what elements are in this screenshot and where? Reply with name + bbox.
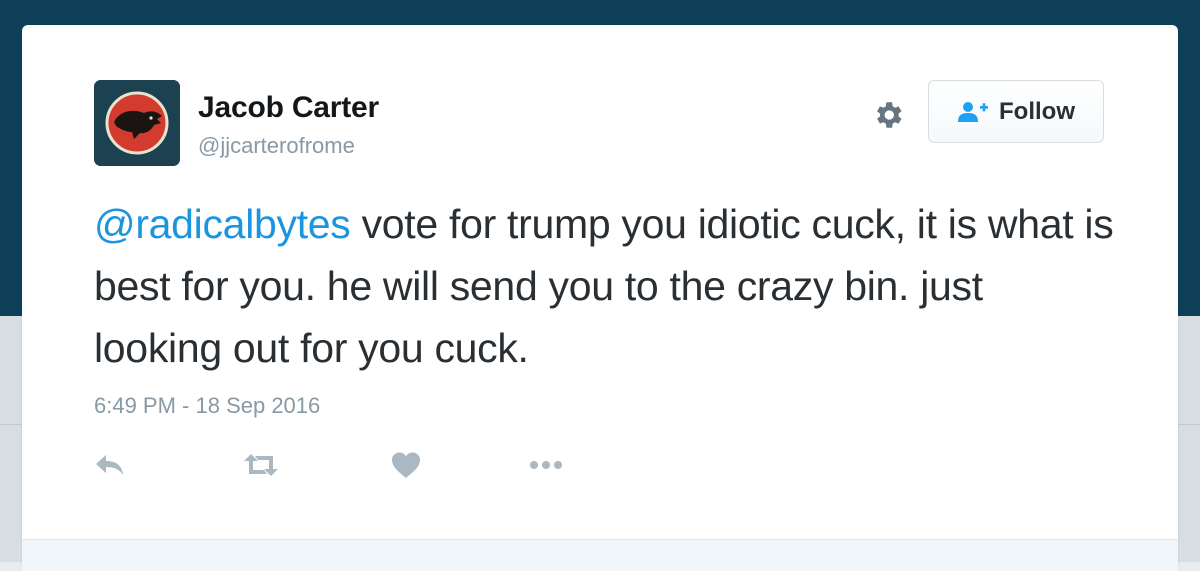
author-handle[interactable]: @jjcarterofrome [198,133,355,159]
more-icon[interactable] [528,449,568,481]
avatar-image [94,80,180,166]
add-user-icon [958,101,988,122]
author-name[interactable]: Jacob Carter [198,91,379,125]
reply-icon[interactable] [94,449,126,481]
tweet-text: @radicalbytes vote for trump you idiotic… [94,193,1114,379]
tweet-timestamp[interactable]: 6:49 PM - 18 Sep 2016 [94,393,320,419]
tweet-card: Jacob Carter @jjcarterofrome Follow @rad… [22,25,1178,571]
retweet-icon[interactable] [242,449,280,481]
mention-link[interactable]: @radicalbytes [94,201,351,247]
follow-button[interactable]: Follow [928,80,1104,143]
avatar[interactable] [94,80,180,166]
heart-icon[interactable] [390,449,422,481]
gear-icon[interactable] [868,95,908,135]
card-footer [22,539,1178,571]
follow-label: Follow [999,97,1075,125]
